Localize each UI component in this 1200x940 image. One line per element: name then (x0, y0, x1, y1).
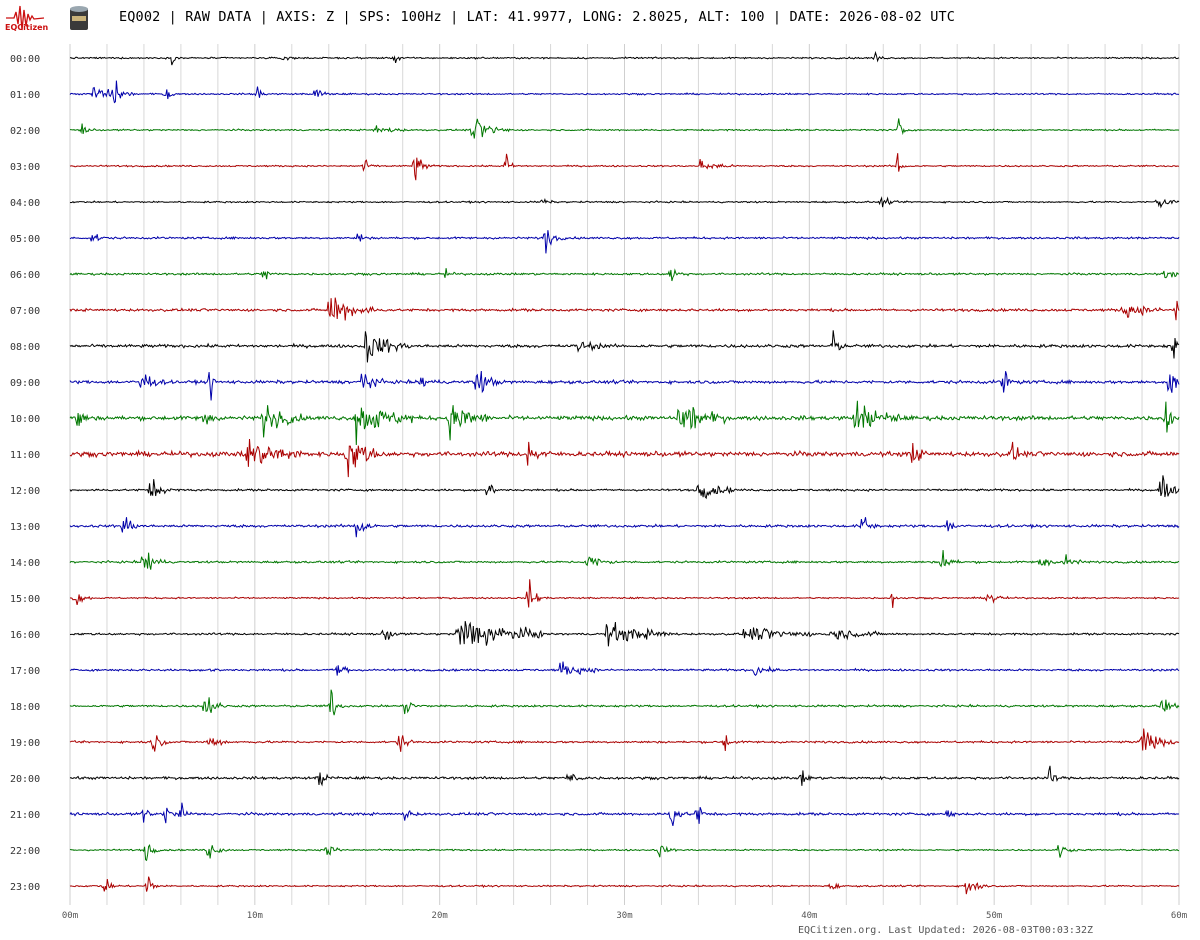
hour-label: 23:00 (10, 882, 40, 893)
hour-label: 19:00 (10, 738, 40, 749)
labels: 00m 10m 20m 30m 40m 50m 60m 00:00 01:00 02:00 03:0… (10, 54, 1187, 921)
hour-label: 16:00 (10, 630, 40, 641)
hour-label: 18:00 (10, 702, 40, 713)
x-tick-label: 20m (432, 911, 448, 921)
hour-label: 11:00 (10, 450, 40, 461)
x-tick-label: 30m (616, 911, 632, 921)
x-tick-label: 50m (986, 911, 1002, 921)
hour-label: 00:00 (10, 54, 40, 65)
hour-label: 14:00 (10, 558, 40, 569)
x-tick-label: 00m (62, 911, 78, 921)
hour-label: 03:00 (10, 162, 40, 173)
hour-label: 07:00 (10, 306, 40, 317)
last-updated-footer: EQCitizen.org. Last Updated: 2026-08-03T… (798, 925, 1094, 936)
seismogram-plot: 00m 10m 20m 30m 40m 50m 60m 00:00 01:00 02:00 03:0… (10, 44, 1187, 921)
hour-label: 20:00 (10, 774, 40, 785)
hour-label: 10:00 (10, 414, 40, 425)
hour-label: 09:00 (10, 378, 40, 389)
hour-label: 15:00 (10, 594, 40, 605)
hour-label: 13:00 (10, 522, 40, 533)
hour-label: 02:00 (10, 126, 40, 137)
hour-label: 06:00 (10, 270, 40, 281)
hour-label: 01:00 (10, 90, 40, 101)
hour-label: 22:00 (10, 846, 40, 857)
hour-label: 05:00 (10, 234, 40, 245)
x-tick-label: 10m (247, 911, 263, 921)
grid (69, 44, 1180, 905)
hour-label: 17:00 (10, 666, 40, 677)
x-tick-label: 40m (801, 911, 817, 921)
hour-label: 08:00 (10, 342, 40, 353)
x-tick-label: 60m (1171, 911, 1187, 921)
hour-label: 12:00 (10, 486, 40, 497)
hour-label: 21:00 (10, 810, 40, 821)
hour-label: 04:00 (10, 198, 40, 209)
